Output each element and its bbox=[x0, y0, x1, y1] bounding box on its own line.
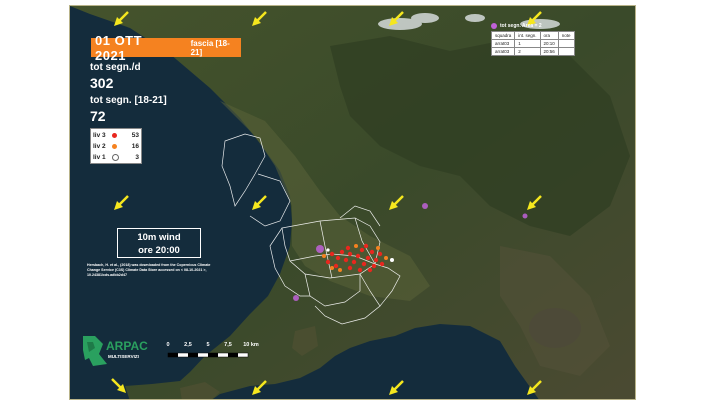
report-dot-liv2 bbox=[338, 268, 342, 272]
area-table-row: arrat03 2 20:56 bbox=[490, 47, 575, 56]
area-marker bbox=[316, 245, 324, 253]
report-dot-liv3 bbox=[351, 259, 357, 265]
area-cell bbox=[557, 39, 575, 48]
report-dot-liv3 bbox=[377, 251, 383, 257]
scale-tick-label: 0 bbox=[166, 342, 170, 348]
legend-label: liv 2 bbox=[93, 142, 106, 150]
legend-label: liv 1 bbox=[93, 153, 106, 161]
report-dot-liv3 bbox=[325, 259, 331, 265]
report-dot-liv3 bbox=[359, 247, 365, 253]
scale-bar: 0 2,5 5 7,5 10 km bbox=[163, 342, 263, 362]
scale-tick-label: 2,5 bbox=[184, 342, 192, 348]
report-dot-liv2 bbox=[384, 256, 388, 260]
area-cell: 20:56 bbox=[539, 47, 559, 56]
area-cell: 2 bbox=[514, 47, 541, 56]
area-marker bbox=[522, 213, 528, 219]
report-dot-liv3 bbox=[379, 261, 385, 267]
scale-tick-label: 7,5 bbox=[224, 342, 232, 348]
legend-dot bbox=[112, 153, 119, 161]
legend-dot bbox=[112, 132, 117, 138]
area-table: squadra int. segn. ora note arrat03 1 20… bbox=[490, 31, 575, 56]
report-dot-liv2 bbox=[330, 266, 334, 270]
logo-name: ARPAC bbox=[106, 339, 148, 353]
report-date: 01 OTT 2021 bbox=[95, 32, 143, 63]
map-frame: 01 OTT 2021 fascia [18-21] tot segn./d 3… bbox=[69, 5, 636, 400]
legend-count: 3 bbox=[135, 153, 139, 161]
area-col-header: int. segn. bbox=[514, 31, 541, 40]
band-reports-value: 72 bbox=[90, 108, 106, 124]
report-dot-liv3 bbox=[369, 249, 375, 255]
area-marker bbox=[293, 295, 299, 301]
area-cell bbox=[557, 47, 575, 56]
vesuvius bbox=[529, 308, 581, 348]
area-panel: tot segn. Area = 2 squadra int. segn. or… bbox=[490, 23, 575, 56]
report-dot-liv2 bbox=[376, 246, 380, 250]
report-dot-liv3 bbox=[371, 263, 377, 269]
total-reports-label: tot segn./d bbox=[90, 62, 141, 73]
area-table-row: arrat03 1 20:10 bbox=[490, 39, 575, 48]
date-title-bar: 01 OTT 2021 fascia [18-21] bbox=[91, 33, 241, 63]
legend-dot bbox=[112, 143, 117, 149]
area-cell: 1 bbox=[514, 39, 541, 48]
report-dot-liv3 bbox=[333, 263, 339, 269]
legend-row-liv3: liv 3 53 bbox=[93, 130, 139, 140]
report-dot-liv3 bbox=[363, 243, 369, 249]
area-col-header: squadra bbox=[490, 31, 516, 40]
scale-bar-graphic bbox=[167, 352, 249, 358]
area-cell: 20:10 bbox=[539, 39, 559, 48]
time-band: fascia [18-21] bbox=[190, 38, 230, 57]
level-legend: liv 3 53 liv 2 16 liv 1 3 bbox=[90, 128, 142, 164]
report-dot-liv3 bbox=[329, 251, 335, 257]
report-dot-liv3 bbox=[367, 267, 373, 273]
wind-time-label: ore 20:00 bbox=[138, 245, 180, 256]
legend-row-liv2: liv 2 16 bbox=[93, 141, 139, 151]
report-dot-liv3 bbox=[335, 255, 341, 261]
report-dot-liv3 bbox=[345, 245, 351, 251]
wind-height-label: 10m wind bbox=[137, 232, 181, 243]
report-dot-liv3 bbox=[355, 253, 361, 259]
area-color-dot bbox=[491, 23, 497, 29]
legend-count: 16 bbox=[131, 142, 139, 150]
report-dot-liv1 bbox=[326, 248, 330, 252]
legend-count: 53 bbox=[131, 131, 139, 139]
report-dot-liv3 bbox=[361, 261, 367, 267]
report-dot-liv3 bbox=[343, 257, 349, 263]
logo-subtitle: MULTISERVIZI bbox=[108, 354, 139, 359]
report-dot-liv2 bbox=[354, 244, 358, 248]
scale-tick-label: 5 bbox=[206, 342, 210, 348]
wind-info-box: 10m wind ore 20:00 bbox=[117, 228, 201, 258]
report-dot-liv3 bbox=[373, 257, 379, 263]
report-dot-liv2 bbox=[322, 254, 326, 258]
report-dot-liv3 bbox=[339, 249, 345, 255]
area-cell: arrat03 bbox=[490, 47, 516, 56]
area-marker bbox=[422, 203, 428, 209]
report-dot-liv3 bbox=[347, 265, 353, 271]
legend-row-liv1: liv 1 3 bbox=[93, 152, 139, 162]
area-table-header: squadra int. segn. ora note bbox=[490, 31, 575, 40]
area-col-header: ora bbox=[539, 31, 559, 40]
legend-label: liv 3 bbox=[93, 131, 106, 139]
area-title: tot segn. Area = 2 bbox=[491, 23, 575, 29]
band-reports-label: tot segn. [18-21] bbox=[90, 95, 167, 106]
report-dot-liv1 bbox=[390, 258, 394, 262]
total-reports-value: 302 bbox=[90, 75, 114, 91]
report-dot-liv3 bbox=[347, 251, 353, 257]
data-credit: Hersbach, H. et al., (2018) was download… bbox=[87, 263, 211, 277]
report-dot-liv3 bbox=[357, 267, 363, 273]
area-cell: arrat03 bbox=[490, 39, 516, 48]
area-col-header: note bbox=[557, 31, 575, 40]
scale-tick-label: 10 km bbox=[243, 342, 259, 348]
satellite-map[interactable] bbox=[70, 6, 636, 400]
report-dot-liv3 bbox=[365, 255, 371, 261]
area-title-text: tot segn. Area = 2 bbox=[500, 23, 542, 29]
